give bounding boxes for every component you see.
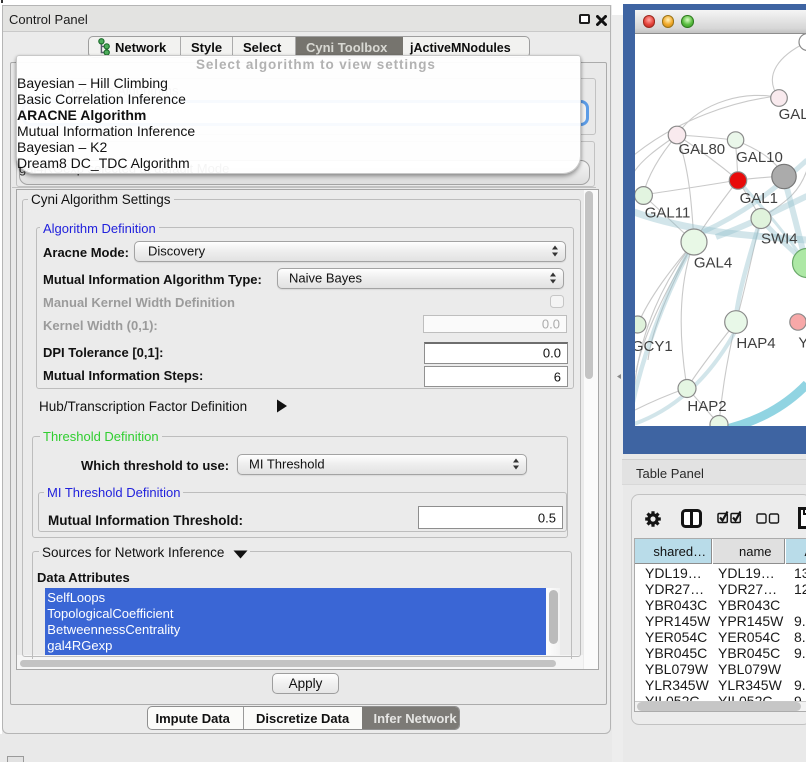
svg-text:GAL2: GAL2: [779, 106, 806, 123]
svg-text:HAP4: HAP4: [736, 335, 775, 352]
svg-text:GAL11: GAL11: [645, 205, 691, 222]
svg-text:YJ: YJ: [798, 335, 806, 352]
svg-text:GAL80: GAL80: [678, 141, 725, 158]
svg-text:GAL4: GAL4: [694, 255, 732, 272]
svg-text:HAP2: HAP2: [687, 398, 726, 415]
svg-text:GCY1: GCY1: [635, 338, 673, 355]
svg-text:GAL10: GAL10: [736, 149, 783, 166]
svg-text:GAL1: GAL1: [740, 190, 778, 207]
svg-text:SWI4: SWI4: [761, 231, 798, 248]
